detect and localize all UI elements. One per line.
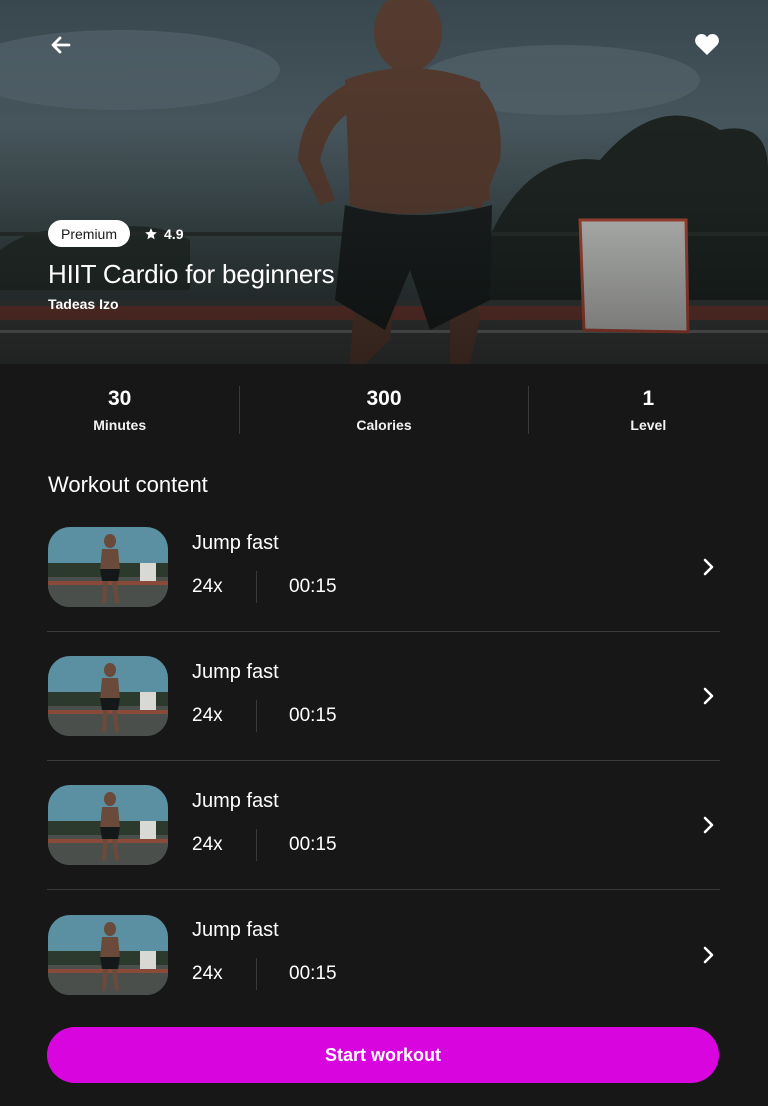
divider [256, 828, 257, 861]
chevron-right-icon[interactable] [698, 945, 718, 965]
stat-minutes: 30 Minutes [0, 387, 239, 433]
author-name[interactable]: Tadeas Izo [48, 296, 334, 312]
stat-level: 1 Level [529, 387, 768, 433]
badge-row: Premium 4.9 [48, 220, 334, 247]
favorite-button[interactable] [690, 28, 724, 62]
chevron-right-icon[interactable] [698, 557, 718, 577]
list-item[interactable]: Jump fast 24x 00:15 [47, 761, 720, 890]
exercise-info: Jump fast 24x 00:15 [192, 661, 720, 732]
exercise-name: Jump fast [192, 789, 279, 812]
chevron-right-icon[interactable] [698, 686, 718, 706]
exercise-thumbnail [48, 785, 168, 865]
thumbnail-image [48, 785, 168, 865]
divider [256, 958, 257, 990]
stat-value: 1 [642, 387, 655, 410]
divider [256, 699, 257, 732]
exercise-info: Jump fast 24x 00:15 [192, 532, 720, 603]
stat-label: Minutes [93, 417, 147, 433]
exercise-name: Jump fast [192, 660, 279, 683]
exercise-info: Jump fast 24x 00:15 [192, 790, 720, 861]
exercise-duration: 00:15 [289, 833, 337, 855]
workout-title: HIIT Cardio for beginners [48, 259, 335, 289]
start-workout-button[interactable]: Start workout [47, 1027, 719, 1083]
workout-header: Premium 4.9 HIIT Cardio for beginners Ta… [48, 220, 335, 312]
exercise-duration: 00:15 [289, 704, 337, 726]
rating: 4.9 [144, 226, 183, 242]
premium-badge: Premium [48, 220, 131, 247]
exercise-duration: 00:15 [289, 963, 337, 984]
exercise-duration: 00:15 [289, 575, 337, 597]
chevron-right-icon[interactable] [698, 815, 718, 835]
section-title: Workout content [48, 472, 208, 497]
exercise-reps: 24x [192, 833, 223, 855]
thumbnail-image [48, 527, 168, 607]
exercise-meta: 24x 00:15 [192, 570, 720, 603]
rating-value: 4.9 [164, 225, 184, 242]
divider [256, 570, 257, 603]
list-item[interactable]: Jump fast 24x 00:15 [47, 632, 720, 761]
thumbnail-image [48, 656, 168, 736]
exercise-name: Jump fast [192, 531, 279, 554]
star-icon [145, 227, 157, 239]
stats-bar: 30 Minutes 300 Calories 1 Level [0, 364, 768, 456]
exercise-info: Jump fast 24x 00:15 [192, 919, 720, 990]
exercise-reps: 24x [192, 704, 223, 726]
exercise-name: Jump fast [192, 919, 279, 941]
exercise-thumbnail [48, 914, 168, 995]
stat-value: 300 [366, 387, 402, 410]
workout-detail-screen: Premium 4.9 HIIT Cardio for beginners Ta… [0, 0, 768, 1106]
exercise-reps: 24x [192, 963, 223, 984]
exercise-list: Jump fast 24x 00:15 Jump fast 24x 00:15 … [47, 503, 720, 1019]
hero-image: Premium 4.9 HIIT Cardio for beginners Ta… [0, 0, 768, 364]
exercise-meta: 24x 00:15 [192, 958, 720, 990]
exercise-meta: 24x 00:15 [192, 699, 720, 732]
heart-icon [695, 34, 719, 55]
thumbnail-image [48, 914, 168, 995]
stat-value: 30 [108, 387, 132, 410]
back-button[interactable] [44, 28, 78, 62]
arrow-left-icon [51, 36, 71, 54]
stat-calories: 300 Calories [240, 387, 527, 433]
stat-label: Calories [356, 417, 412, 433]
exercise-reps: 24x [192, 575, 223, 597]
stat-label: Level [630, 417, 667, 433]
exercise-meta: 24x 00:15 [192, 828, 720, 861]
exercise-thumbnail [48, 656, 168, 736]
list-item[interactable]: Jump fast 24x 00:15 [47, 890, 720, 1019]
list-item[interactable]: Jump fast 24x 00:15 [47, 503, 720, 632]
exercise-thumbnail [48, 527, 168, 607]
